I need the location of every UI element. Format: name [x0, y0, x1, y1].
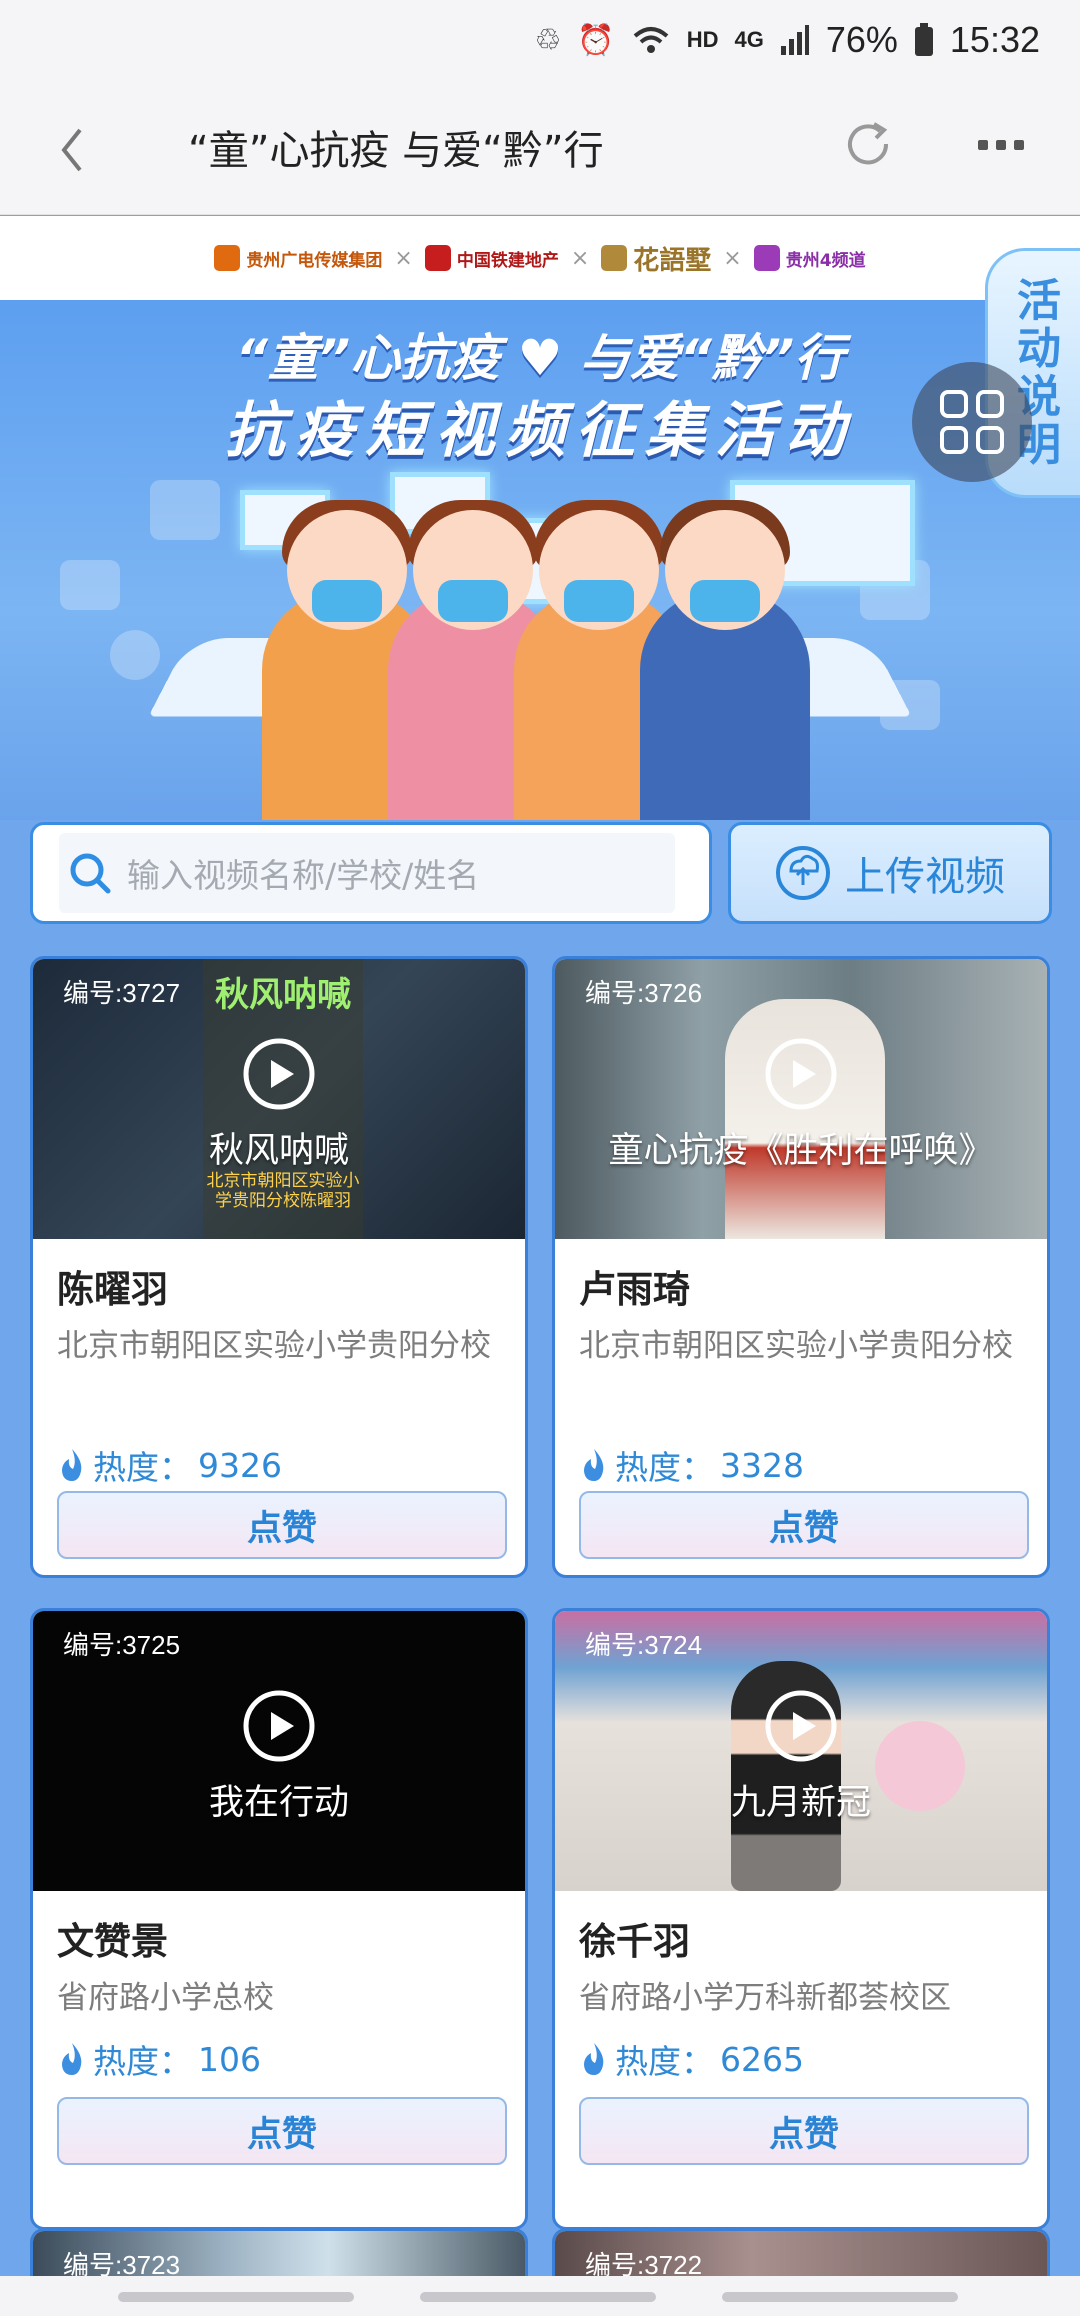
search-icon — [70, 853, 111, 894]
flame-icon — [584, 2043, 604, 2075]
heat-label: 热度： — [93, 1448, 192, 1487]
heat-row: 热度： 106 — [57, 2035, 261, 2083]
video-title: 我在行动 — [208, 1783, 349, 1823]
refresh-icon[interactable] — [846, 114, 894, 174]
video-id: 编号:3725 — [63, 1630, 181, 1660]
heat-row: 热度： 3328 — [579, 1441, 804, 1489]
video-id: 编号:3727 — [63, 978, 181, 1008]
video-card[interactable]: 编号:3724 九月新冠 徐千羽 省府路小学万科新都荟校区 热度： 6265 点赞 — [552, 1608, 1050, 2230]
video-title: 童心抗疫《胜利在呼唤》 — [608, 1131, 994, 1171]
video-card[interactable]: 编号:3725 我在行动 文赞景 省府路小学总校 热度： 106 点赞 — [30, 1608, 528, 2230]
battery-icon — [914, 23, 933, 56]
like-button[interactable]: 点赞 — [57, 1491, 507, 1559]
flame-icon — [62, 2043, 82, 2075]
author-name: 徐千羽 — [579, 1920, 690, 1963]
network-label: 4G — [734, 27, 764, 52]
like-button[interactable]: 点赞 — [579, 2097, 1029, 2165]
heat-label: 热度： — [93, 2042, 192, 2081]
heat-value: 106 — [198, 2039, 261, 2079]
play-icon[interactable] — [242, 1689, 316, 1763]
sponsor-strip: 贵州广电传媒集团 × 中国铁建地产 × 花語墅 × 贵州4频道 — [0, 216, 1080, 300]
alarm-icon: ⏰ — [577, 22, 615, 58]
play-icon[interactable] — [764, 1037, 838, 1111]
flame-icon — [584, 1449, 604, 1481]
author-name: 卢雨琦 — [579, 1268, 690, 1311]
thumbnail-overlay-text: 北京市朝阳区实验小学贵阳分校陈曜羽 — [206, 1171, 360, 1211]
heat-label: 热度： — [615, 2042, 714, 2081]
like-button[interactable]: 点赞 — [579, 1491, 1029, 1559]
video-id: 编号:3724 — [585, 1630, 703, 1660]
search-input[interactable]: 输入视频名称/学校/姓名 — [127, 849, 479, 897]
like-button[interactable]: 点赞 — [57, 2097, 507, 2165]
thumbnail-overlay-text: 秋风呐喊 — [215, 975, 351, 1015]
flame-icon — [62, 1449, 82, 1481]
sponsor-logo: 贵州广电传媒集团 — [214, 245, 382, 271]
upload-icon — [776, 846, 830, 900]
heat-value: 9326 — [198, 1445, 282, 1485]
video-title: 秋风呐喊 — [208, 1131, 349, 1171]
signal-icon — [780, 25, 809, 55]
video-title: 九月新冠 — [730, 1783, 871, 1823]
school-name: 省府路小学总校 — [57, 1980, 274, 2016]
hd-label: HD — [686, 27, 719, 52]
sponsor-logo: 中国铁建地产 — [424, 245, 559, 271]
video-thumbnail[interactable]: 秋风呐喊 北京市朝阳区实验小学贵阳分校陈曜羽 编号:3727 秋风呐喊 — [33, 959, 525, 1239]
search-box[interactable]: 输入视频名称/学校/姓名 — [30, 822, 712, 924]
play-icon[interactable] — [242, 1037, 316, 1111]
kid-illustration — [640, 500, 810, 820]
grid-menu-icon[interactable] — [912, 362, 1032, 482]
heat-value: 3328 — [720, 1445, 804, 1485]
sponsor-separator: × — [723, 245, 742, 271]
video-thumbnail[interactable]: 编号:3726 童心抗疫《胜利在呼唤》 — [555, 959, 1047, 1239]
upload-label: 上传视频 — [845, 854, 1005, 900]
play-icon[interactable] — [764, 1689, 838, 1763]
heat-value: 6265 — [720, 2039, 804, 2079]
upload-video-button[interactable]: 上传视频 — [728, 822, 1052, 924]
heat-label: 热度： — [615, 1448, 714, 1487]
school-name: 省府路小学万科新都荟校区 — [579, 1980, 951, 2016]
heat-row: 热度： 9326 — [57, 1441, 282, 1489]
chevron-left-icon[interactable] — [50, 120, 94, 180]
gesture-handle[interactable] — [420, 2292, 656, 2302]
sponsor-separator: × — [394, 245, 413, 271]
author-name: 陈曜羽 — [57, 1268, 168, 1311]
status-bar: ♲ ⏰ HD 4G 76% 15:32 — [0, 0, 1080, 80]
gesture-bar — [0, 2276, 1080, 2316]
battery-percent: 76% — [825, 19, 898, 60]
wifi-icon — [633, 27, 669, 53]
school-name: 北京市朝阳区实验小学贵阳分校 — [57, 1328, 491, 1364]
video-card[interactable]: 编号:3726 童心抗疫《胜利在呼唤》 卢雨琦 北京市朝阳区实验小学贵阳分校 热… — [552, 956, 1050, 1578]
nav-bar: “童”心抗疫 与爱“黔”行 — [0, 80, 1080, 215]
gesture-handle[interactable] — [118, 2292, 354, 2302]
more-icon[interactable] — [978, 130, 1028, 160]
video-thumbnail[interactable]: 编号:3725 我在行动 — [33, 1611, 525, 1891]
heat-row: 热度： 6265 — [579, 2035, 804, 2083]
sync-icon: ♲ — [534, 22, 562, 58]
clock: 15:32 — [949, 19, 1040, 60]
school-name: 北京市朝阳区实验小学贵阳分校 — [579, 1328, 1013, 1364]
page-title: “童”心抗疫 与爱“黔”行 — [188, 128, 604, 174]
sponsor-logo: 花語墅 — [601, 240, 711, 277]
hero-banner: “童”心抗疫 ♥ 与爱“黔”行 抗疫短视频征集活动 — [0, 300, 1080, 820]
sponsor-separator: × — [570, 245, 590, 271]
video-card[interactable]: 秋风呐喊 北京市朝阳区实验小学贵阳分校陈曜羽 编号:3727 秋风呐喊 陈曜羽 … — [30, 956, 528, 1578]
video-id: 编号:3726 — [585, 978, 703, 1008]
sponsor-logo: 贵州4频道 — [753, 245, 866, 271]
author-name: 文赞景 — [57, 1920, 168, 1963]
gesture-handle[interactable] — [722, 2292, 958, 2302]
banner-title: “童”心抗疫 ♥ 与爱“黔”行 — [235, 329, 845, 387]
video-thumbnail[interactable]: 编号:3724 九月新冠 — [555, 1611, 1047, 1891]
